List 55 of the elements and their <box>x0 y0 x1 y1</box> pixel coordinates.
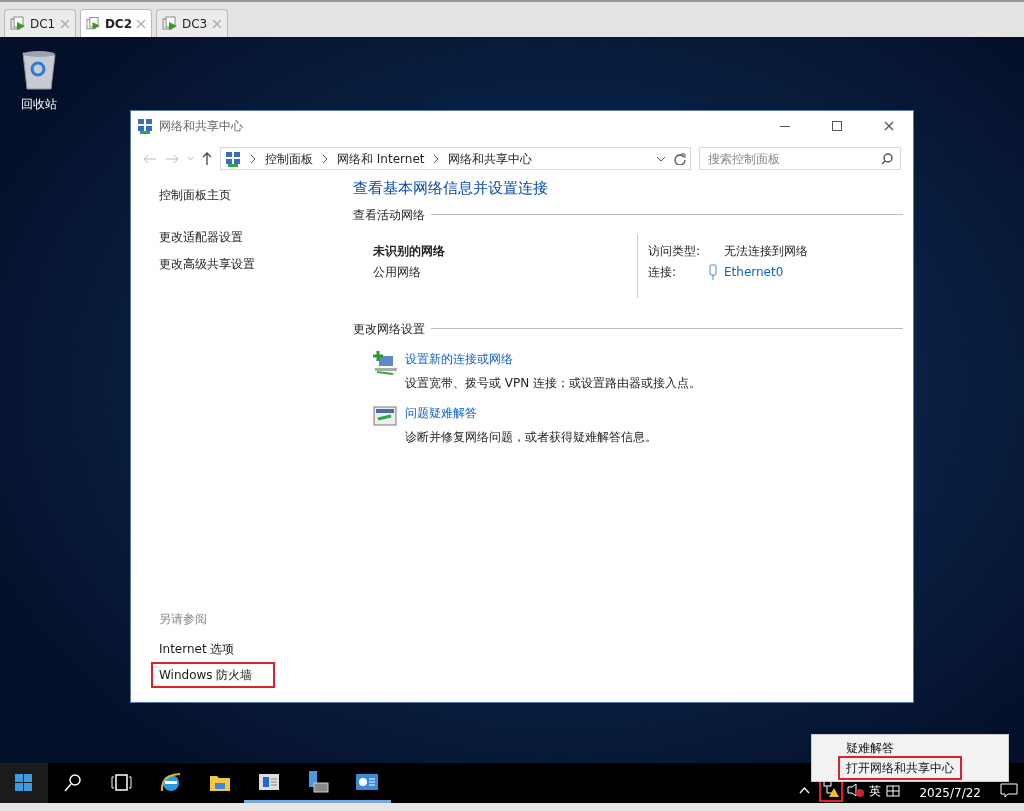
chevron-icon <box>249 153 257 164</box>
sidebar-link[interactable]: 更改适配器设置 <box>159 228 243 246</box>
see-also-heading: 另请参阅 <box>159 611 208 628</box>
vm-icon <box>162 15 178 32</box>
vm-tab[interactable]: DC3 <box>156 9 228 37</box>
sidebar-link[interactable]: Windows 防火墙 <box>153 664 273 686</box>
task-link[interactable]: 设置新的连接或网络 <box>405 349 513 368</box>
field-value: 无法连接到网络 <box>724 242 808 260</box>
up-button[interactable] <box>202 152 212 165</box>
start-button[interactable] <box>0 763 48 803</box>
close-button[interactable] <box>884 121 894 131</box>
breadcrumb-item[interactable]: 网络和共享中心 <box>448 149 533 168</box>
sidebar-link[interactable]: 更改高级共享设置 <box>159 255 255 273</box>
minimize-button[interactable] <box>780 125 790 127</box>
field-label: 访问类型: <box>648 242 702 260</box>
recycle-bin-label: 回收站 <box>21 96 57 113</box>
network-icon <box>137 118 153 134</box>
notification-button[interactable] <box>1000 782 1018 798</box>
connection-link[interactable]: Ethernet0 <box>724 262 784 281</box>
vm-tab[interactable]: DC2 <box>80 9 152 37</box>
address-bar[interactable]: 控制面板 网络和 Internet 网络和共享中心 <box>220 147 691 170</box>
task-link[interactable]: 问题疑难解答 <box>405 403 477 422</box>
show-hidden-icons-button[interactable] <box>799 787 811 794</box>
sidebar-link[interactable]: Internet 选项 <box>153 638 241 660</box>
keyboard-button[interactable] <box>886 784 901 798</box>
vm-icon <box>86 15 101 32</box>
breadcrumb-item[interactable]: 控制面板 <box>265 149 313 168</box>
vm-icon <box>10 15 26 32</box>
task-description: 设置宽带、拨号或 VPN 连接；或设置路由器或接入点。 <box>405 374 702 392</box>
task-description: 诊断并修复网络问题，或者获得疑难解答信息。 <box>405 428 657 446</box>
field-label: 连接: <box>648 263 678 281</box>
breadcrumb-item[interactable]: 网络和 Internet <box>337 149 425 168</box>
page-heading: 查看基本网络信息并设置连接 <box>353 178 549 199</box>
network-type: 公用网络 <box>373 263 422 281</box>
dropdown-button[interactable] <box>656 155 666 162</box>
search-icon <box>881 153 893 165</box>
input-method-indicator[interactable]: 英 <box>869 784 882 798</box>
refresh-button[interactable] <box>674 152 686 165</box>
maximize-button[interactable] <box>832 121 842 131</box>
ethernet-icon <box>708 263 718 280</box>
vm-tab[interactable]: DC1 <box>4 9 76 37</box>
window-title: 网络和共享中心 <box>159 118 243 135</box>
network-name: 未识别的网络 <box>373 242 446 260</box>
new-connection-icon <box>373 349 399 376</box>
section-heading: 查看活动网络 <box>353 206 425 224</box>
menu-item[interactable]: 打开网络和共享中心 <box>840 758 960 778</box>
menu-item[interactable]: 疑难解答 <box>816 738 1004 758</box>
sidebar-link[interactable]: 控制面板主页 <box>159 186 231 204</box>
volume-button[interactable] <box>846 782 865 798</box>
search-field[interactable]: 搜索控制面板 <box>699 147 901 170</box>
clock-date[interactable]: 2025/7/22 <box>919 786 981 800</box>
network-icon <box>225 150 241 167</box>
section-heading: 更改网络设置 <box>353 320 425 338</box>
chevron-icon <box>432 153 441 164</box>
chevron-icon <box>321 153 329 164</box>
